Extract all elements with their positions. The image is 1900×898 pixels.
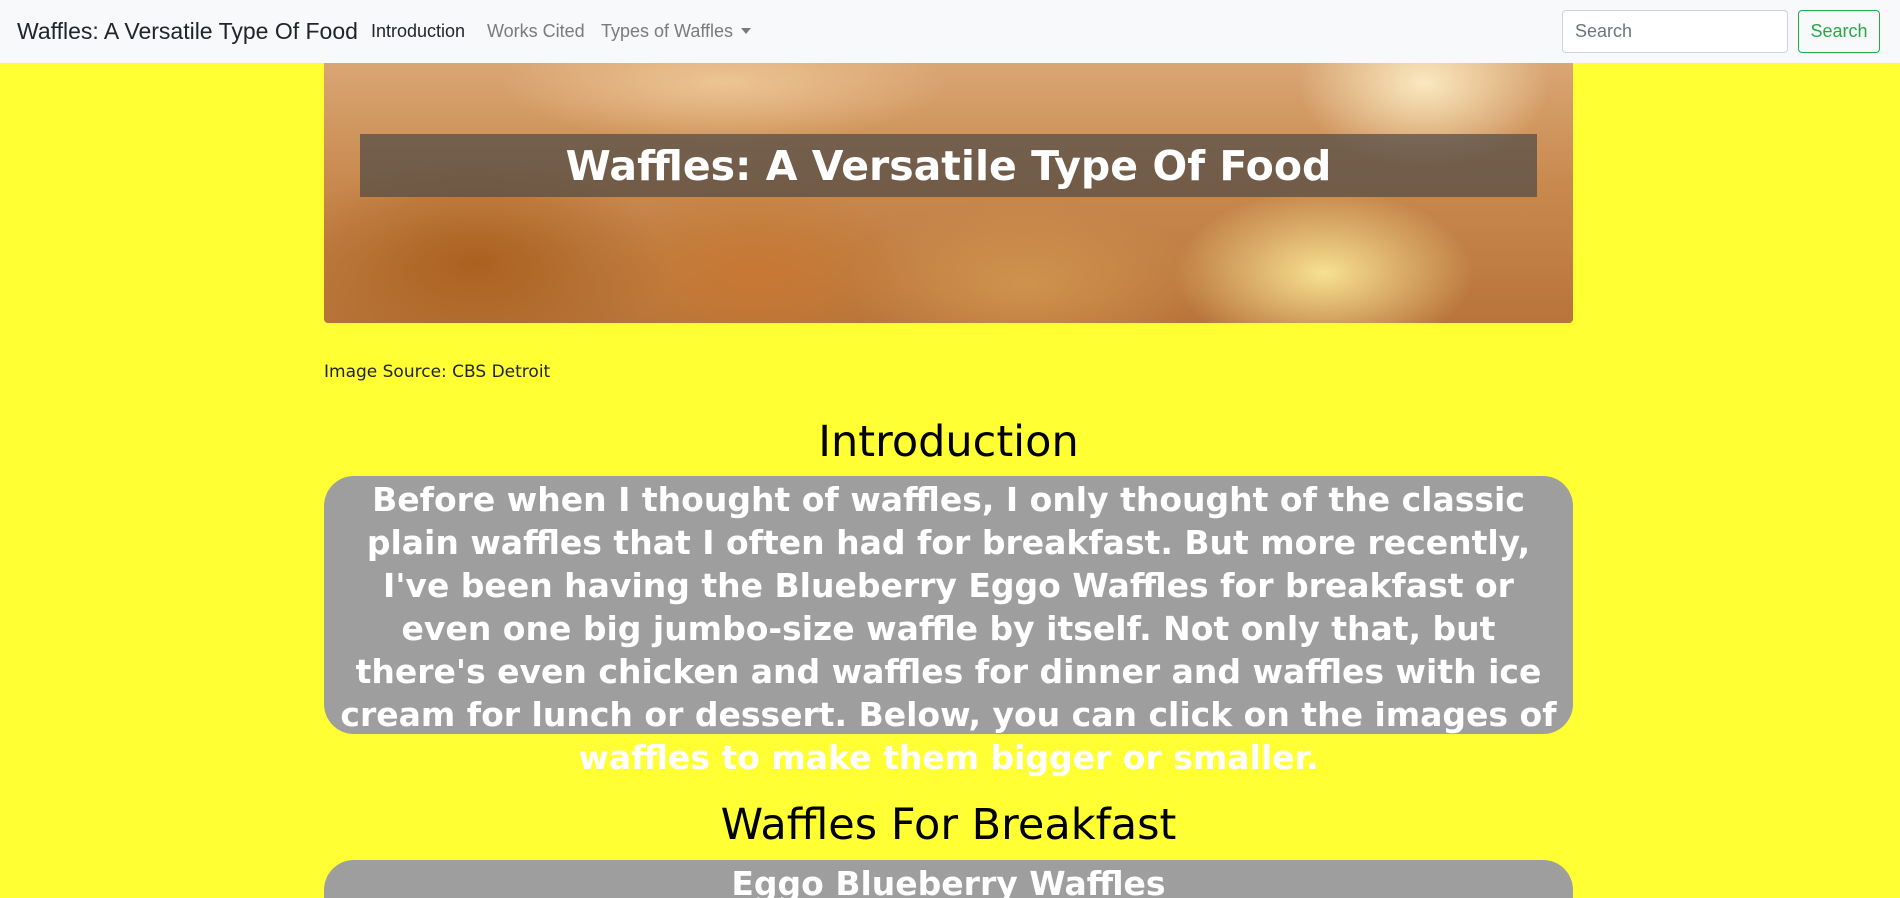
intro-paragraph: Before when I thought of waffles, I only… bbox=[340, 480, 1557, 777]
search-input[interactable] bbox=[1562, 10, 1788, 53]
brand-link[interactable]: Waffles: A Versatile Type Of Food bbox=[17, 18, 358, 45]
breakfast-heading: Waffles For Breakfast bbox=[720, 800, 1177, 850]
hero-title-band: Waffles: A Versatile Type Of Food bbox=[360, 134, 1537, 197]
top-navbar: Waffles: A Versatile Type Of Food Introd… bbox=[0, 0, 1900, 63]
breakfast-subheading: Eggo Blueberry Waffles bbox=[731, 864, 1166, 898]
nav-dropdown-label: Types of Waffles bbox=[601, 21, 734, 41]
intro-heading: Introduction bbox=[818, 417, 1079, 467]
hero-banner-image: Waffles: A Versatile Type Of Food bbox=[324, 63, 1573, 323]
nav-link-introduction[interactable]: Introduction bbox=[371, 21, 465, 42]
nav-dropdown-types-of-waffles[interactable]: Types of Waffles bbox=[601, 21, 752, 42]
caret-down-icon bbox=[741, 28, 752, 34]
intro-text-box: Before when I thought of waffles, I only… bbox=[324, 476, 1573, 777]
search-button[interactable]: Search bbox=[1798, 10, 1880, 53]
nav-link-works-cited[interactable]: Works Cited bbox=[487, 21, 585, 42]
breakfast-box: Eggo Blueberry Waffles bbox=[324, 860, 1573, 898]
hero-title: Waffles: A Versatile Type Of Food bbox=[565, 141, 1332, 190]
image-source-caption: Image Source: CBS Detroit bbox=[324, 362, 551, 382]
